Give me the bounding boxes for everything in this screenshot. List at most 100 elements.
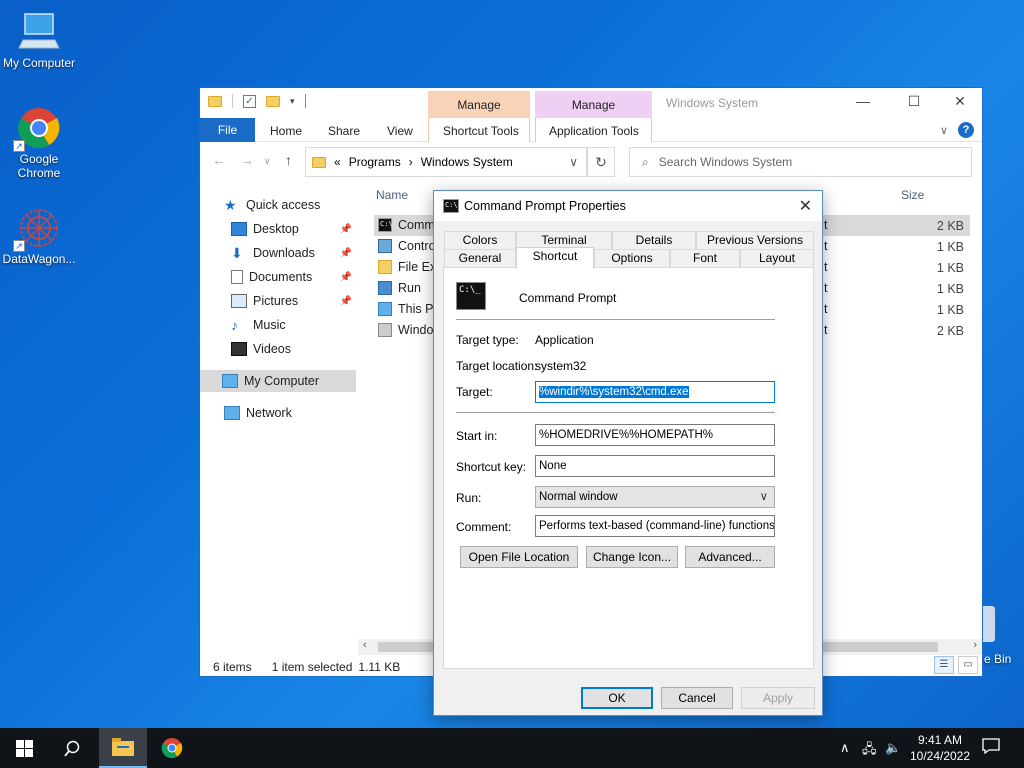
run-select[interactable]: Normal window ∨ [535, 486, 775, 508]
dialog-titlebar[interactable]: C:\ Command Prompt Properties ✕ [434, 191, 822, 221]
desktop-folder-icon [231, 222, 247, 236]
recycle-bin-icon[interactable] [983, 606, 995, 642]
windows-logo-icon [15, 739, 33, 757]
address-dropdown-icon[interactable]: ∨ [569, 155, 578, 169]
desktop-icon-google-chrome[interactable]: ↗ Google Chrome [0, 106, 79, 180]
nav-videos[interactable]: Videos [231, 338, 356, 360]
tab-previous-versions[interactable]: Previous Versions [696, 231, 814, 250]
datawagon-icon: ↗ [13, 206, 61, 252]
tab-layout[interactable]: Layout [740, 249, 814, 268]
taskbar-file-explorer[interactable] [99, 728, 147, 768]
volume-icon[interactable]: 🔈 [885, 740, 901, 756]
help-icon[interactable]: ? [958, 122, 974, 138]
large-icons-view-icon[interactable]: ▭ [958, 656, 978, 674]
recycle-bin-label-partial[interactable]: e Bin [984, 652, 1011, 666]
column-header-name[interactable]: Name [376, 188, 408, 202]
tab-options[interactable]: Options [594, 249, 670, 268]
search-icon: ⌕ [642, 154, 649, 169]
pin-icon[interactable]: 📌 [340, 248, 352, 259]
maximize-button[interactable]: ☐ [897, 93, 931, 113]
cancel-button[interactable]: Cancel [661, 687, 733, 709]
network-icon[interactable]: 🖧 [862, 740, 877, 762]
tab-shortcut[interactable]: Shortcut [516, 247, 594, 269]
start-in-field[interactable]: %HOMEDRIVE%%HOMEPATH% [535, 424, 775, 446]
start-button[interactable] [0, 728, 48, 768]
ribbon-controls: ∨ ? [940, 122, 974, 138]
pin-icon[interactable]: 📌 [340, 224, 352, 235]
comment-field[interactable]: Performs text-based (command-line) funct… [535, 515, 775, 537]
new-folder-icon[interactable] [266, 95, 280, 107]
notifications-icon[interactable] [982, 737, 1000, 758]
ok-button[interactable]: OK [581, 687, 653, 709]
qat-dropdown-icon[interactable]: ▾ [290, 96, 295, 107]
show-hidden-icons-icon[interactable]: ∧ [840, 740, 850, 756]
scroll-left-icon[interactable]: ‹ [363, 639, 367, 651]
change-icon-button[interactable]: Change Icon... [586, 546, 678, 568]
breadcrumb-programs[interactable]: Programs [349, 155, 401, 169]
nav-documents[interactable]: Documents 📌 [231, 266, 356, 288]
close-button[interactable]: ✕ [943, 93, 977, 113]
tab-colors[interactable]: Colors [444, 231, 516, 250]
file-explorer-icon [112, 738, 134, 756]
nav-music[interactable]: ♪ Music [231, 314, 356, 336]
advanced-button[interactable]: Advanced... [685, 546, 775, 568]
target-field[interactable]: %windir%\system32\cmd.exe [535, 381, 775, 403]
tab-shortcut-tools[interactable]: Shortcut Tools [443, 120, 519, 142]
desktop-icon-datawagon[interactable]: ↗ DataWagon... [0, 206, 79, 266]
nav-desktop[interactable]: Desktop 📌 [231, 218, 356, 240]
tab-general[interactable]: General [444, 249, 516, 268]
tab-row-back: Colors Terminal Details Previous Version… [444, 231, 814, 250]
music-icon: ♪ [231, 317, 238, 333]
expand-ribbon-icon[interactable]: ∨ [940, 124, 948, 137]
desktop-icon-my-computer[interactable]: My Computer [0, 10, 79, 70]
tab-home[interactable]: Home [270, 120, 302, 142]
explorer-titlebar[interactable]: ✓ ▾ Manage Manage Windows System — ☐ ✕ [200, 88, 982, 119]
properties-icon[interactable]: ✓ [243, 94, 256, 108]
nav-my-computer[interactable]: My Computer [200, 370, 356, 392]
column-header-size[interactable]: Size [901, 188, 924, 202]
folder-icon[interactable] [208, 95, 222, 107]
details-view-icon[interactable]: ☰ [934, 656, 954, 674]
desktop-icon-label: My Computer [2, 56, 76, 70]
refresh-button[interactable]: ↻ [587, 147, 615, 177]
tab-file[interactable]: File [200, 118, 255, 142]
tab-application-tools[interactable]: Application Tools [549, 120, 639, 142]
pin-icon[interactable]: 📌 [340, 272, 352, 283]
nav-network[interactable]: Network [224, 402, 380, 424]
tab-share[interactable]: Share [328, 120, 360, 142]
nav-quick-access[interactable]: ★ Quick access [224, 194, 380, 216]
target-location-label: Target location: [456, 359, 538, 373]
app-name: Command Prompt [519, 291, 617, 305]
search-box[interactable]: ⌕ Search Windows System [629, 147, 972, 177]
taskbar-chrome[interactable] [148, 728, 196, 768]
back-icon[interactable]: ← [212, 152, 226, 168]
videos-icon [231, 342, 247, 356]
clock[interactable]: 9:41 AM 10/24/2022 [905, 732, 975, 764]
apply-button[interactable]: Apply [741, 687, 815, 709]
command-prompt-icon: C:\ [378, 218, 393, 232]
minimize-button[interactable]: — [846, 93, 880, 113]
view-buttons: ☰ ▭ [934, 656, 978, 674]
dialog-close-button[interactable]: ✕ [799, 196, 812, 216]
control-panel-icon [378, 239, 392, 253]
nav-downloads[interactable]: ⬇ Downloads 📌 [231, 242, 356, 264]
tab-font[interactable]: Font [670, 249, 740, 268]
tab-view[interactable]: View [387, 120, 413, 142]
tab-details[interactable]: Details [612, 231, 696, 250]
search-button[interactable] [48, 728, 96, 768]
search-icon [63, 740, 79, 757]
address-bar[interactable]: « Programs › Windows System ∨ [305, 147, 587, 177]
shortcut-key-field[interactable]: None [535, 455, 775, 477]
file-explorer-icon [378, 260, 392, 274]
pin-icon[interactable]: 📌 [340, 296, 352, 307]
breadcrumb-windows-system[interactable]: Windows System [421, 155, 513, 169]
address-overflow[interactable]: « [334, 155, 341, 169]
forward-icon[interactable]: → [240, 152, 254, 168]
target-location-value: system32 [535, 359, 587, 373]
open-file-location-button[interactable]: Open File Location [460, 546, 578, 568]
scroll-right-icon[interactable]: › [973, 639, 977, 651]
nav-pictures[interactable]: Pictures 📌 [231, 290, 356, 312]
recent-locations-icon[interactable]: ∨ [264, 156, 271, 167]
up-icon[interactable]: ↑ [285, 152, 292, 168]
shortcut-arrow-icon: ↗ [13, 140, 25, 152]
